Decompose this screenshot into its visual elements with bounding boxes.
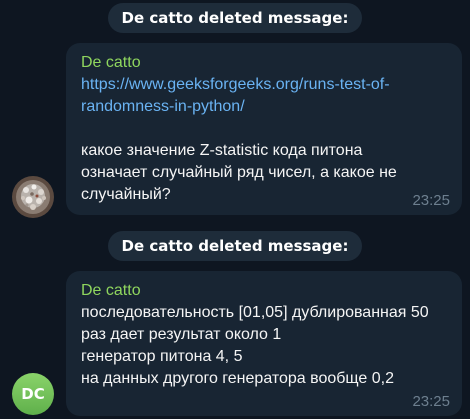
sender-name[interactable]: De catto <box>81 280 448 302</box>
user-avatar[interactable] <box>12 176 54 218</box>
service-message: De catto deleted message: <box>0 231 470 261</box>
service-message: De catto deleted message: <box>0 3 470 33</box>
message-bubble[interactable]: De catto последовательность [01,05] дубл… <box>66 271 462 416</box>
cat-photo-icon <box>12 176 54 218</box>
message-text: последовательность [01,05] дублированная… <box>81 304 429 387</box>
user-avatar[interactable]: DC <box>12 373 54 415</box>
sender-name[interactable]: De catto <box>81 52 448 74</box>
deleted-message-notice: De catto deleted message: <box>107 231 363 261</box>
deleted-message-notice: De catto deleted message: <box>107 3 363 33</box>
message-time: 23:25 <box>412 393 450 410</box>
message-link[interactable]: https://www.geeksforgeeks.org/runs-test-… <box>81 74 448 118</box>
message-text: какое значение Z-statistic кода питона о… <box>81 142 397 203</box>
message-time: 23:25 <box>412 192 450 209</box>
message-bubble[interactable]: De catto https://www.geeksforgeeks.org/r… <box>66 43 462 215</box>
